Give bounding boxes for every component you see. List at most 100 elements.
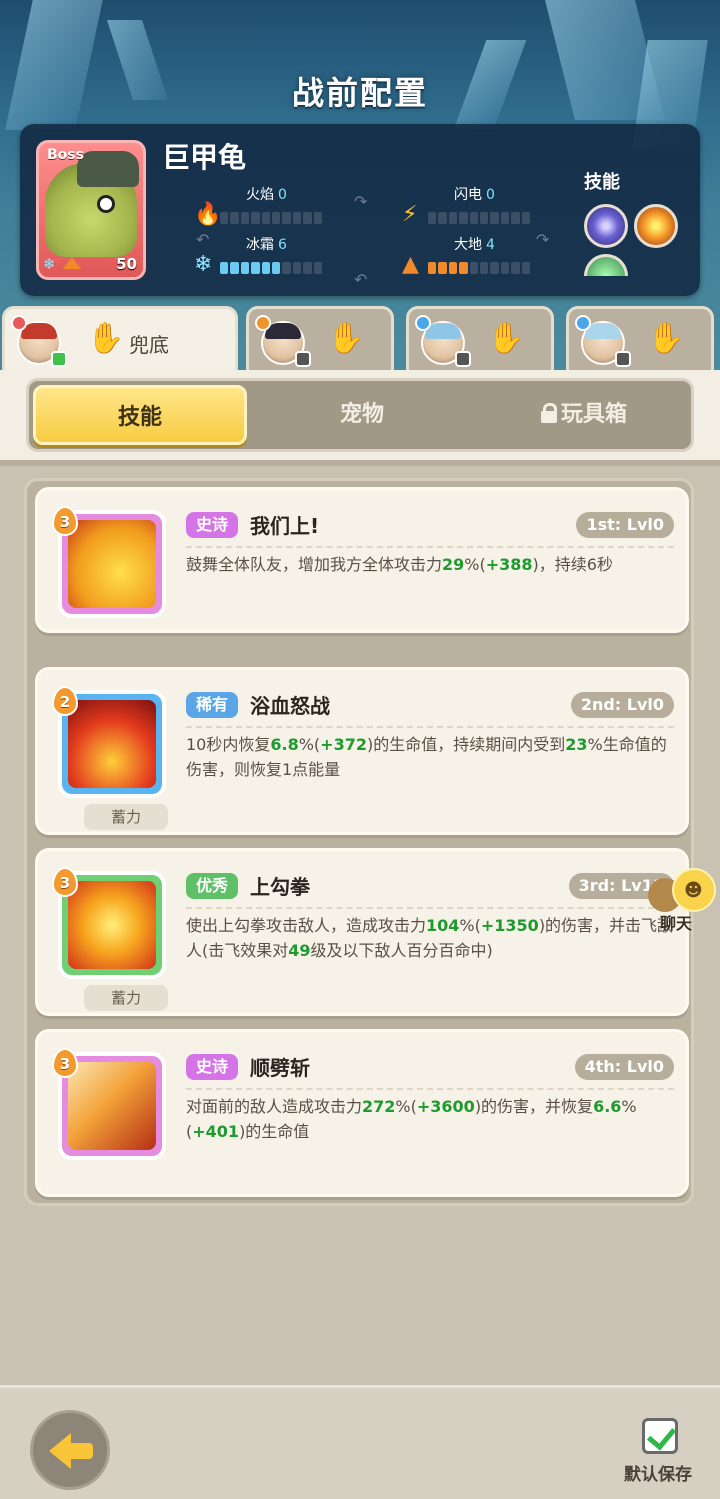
skill-card[interactable]: 2 蓄力 稀有 浴血怒战 2nd: Lvl0 10秒内恢复6.8%(+372)的…	[35, 667, 689, 835]
main-panel: 技能 宠物 玩具箱 3 史诗 我们上! 1st: Lvl0 鼓舞全体队友，增加我…	[0, 370, 720, 1385]
hero-status-icon	[615, 351, 631, 367]
hero-class-badge	[11, 315, 27, 331]
tab-skills[interactable]: 技能	[33, 385, 247, 445]
hand-icon: ✋	[327, 321, 365, 356]
hero-status-icon	[455, 351, 471, 367]
skill-card[interactable]: 3 蓄力 优秀 上勾拳 3rd: Lv11 使出上勾拳攻击敌人，造成攻击力104…	[35, 848, 689, 1016]
desc-text: 使出上勾拳攻击敌人，造成攻击力	[186, 916, 427, 935]
chat-label: 聊天	[660, 914, 693, 933]
category-bar-wrapper: 技能 宠物 玩具箱	[0, 370, 720, 466]
element-bar-segment	[459, 212, 468, 224]
hero-class-badge	[255, 315, 271, 331]
element-bar-segment	[313, 212, 323, 224]
cycle-arrow-icon: ↶	[196, 230, 210, 249]
desc-text: 对面前的敌人造成攻击力	[186, 1097, 363, 1116]
desc-text: %(	[298, 735, 321, 754]
cleave-slash-icon	[68, 1062, 156, 1150]
desc-value: +388	[485, 555, 533, 574]
skill-name: 我们上!	[250, 514, 320, 538]
desc-value: +372	[320, 735, 367, 754]
skill-card[interactable]: 3 史诗 我们上! 1st: Lvl0 鼓舞全体队友，增加我方全体攻击力29%(…	[35, 487, 689, 633]
back-button[interactable]	[30, 1410, 110, 1490]
element-bar-segment	[220, 262, 229, 274]
desc-text: %(	[395, 1097, 417, 1116]
checkbox-checked-icon[interactable]	[642, 1418, 678, 1454]
element-fire-value: 0	[278, 187, 287, 203]
earth-icon: ▲	[402, 252, 419, 277]
desc-value: 49	[288, 941, 311, 960]
hero-tab-1[interactable]: ✋ 兜底	[2, 306, 238, 376]
fire-icon: 🔥	[194, 202, 222, 227]
divider	[186, 546, 674, 548]
desc-value: 104	[426, 916, 460, 935]
skill-description: 鼓舞全体队友，增加我方全体攻击力29%(+388)，持续6秒	[186, 552, 676, 577]
skill-rank-badge: 3	[52, 867, 78, 897]
desc-text: %(	[459, 916, 481, 935]
desc-value: 29	[442, 555, 465, 574]
boss-skill-third-icon[interactable]	[584, 254, 628, 276]
element-lightning: 闪电 0 ⚡	[402, 184, 542, 228]
chat-button[interactable]: ☻ 聊天	[648, 866, 720, 936]
element-bar-segment	[521, 212, 531, 224]
element-bar-segment	[220, 212, 229, 224]
element-bar-segment	[282, 262, 291, 274]
default-save-label: 默认保存	[624, 1465, 692, 1485]
skill-card[interactable]: 3 史诗 顺劈斩 4th: Lvl0 对面前的敌人造成攻击力272%(+3600…	[35, 1029, 689, 1197]
snowflake-icon: ❄	[43, 255, 56, 273]
boss-portrait[interactable]: Boss ❄ 50	[36, 140, 146, 280]
skill-slot-level: 4th: Lvl0	[574, 1054, 674, 1080]
element-earth-bar	[428, 262, 531, 274]
element-bar-segment	[521, 262, 531, 274]
desc-text: %(	[464, 555, 486, 574]
default-save-toggle[interactable]: 默认保存	[620, 1418, 704, 1488]
category-tab-bar: 技能 宠物 玩具箱	[26, 378, 694, 452]
hero-tab-3[interactable]: ✋	[406, 306, 554, 372]
desc-text: )的伤害，并恢复	[474, 1097, 594, 1116]
tab-pets[interactable]: 宠物	[255, 385, 469, 445]
rarity-badge: 史诗	[186, 1054, 239, 1080]
desc-text: )的生命值	[239, 1122, 310, 1141]
desc-text: 10秒内恢复	[186, 735, 271, 754]
hero-class-badge	[415, 315, 431, 331]
element-bar-segment	[272, 262, 281, 274]
back-arrow-icon	[69, 1443, 93, 1459]
page-title: 战前配置	[291, 74, 428, 112]
desc-value: 6.8	[270, 735, 299, 754]
element-bar-segment	[303, 262, 312, 274]
bottom-bar: 默认保存	[0, 1385, 720, 1499]
element-bar-segment	[282, 212, 291, 224]
skill-slot-level: 1st: Lvl0	[576, 512, 674, 538]
desc-value: 23	[565, 735, 588, 754]
smiley-face-icon: ☻	[684, 880, 703, 901]
charge-tag: 蓄力	[84, 985, 168, 1011]
desc-value: 6.6	[593, 1097, 622, 1116]
element-bar-segment	[511, 262, 520, 274]
element-frost-value: 6	[278, 237, 287, 253]
skill-description: 使出上勾拳攻击敌人，造成攻击力104%(+1350)的伤害，并击飞敌人(击飞效果…	[186, 913, 676, 963]
element-bar-segment	[251, 262, 260, 274]
element-bar-segment	[448, 262, 458, 274]
element-bar-segment	[438, 262, 447, 274]
hero-tab-2[interactable]: ✋	[246, 306, 394, 372]
rally-fists-icon	[68, 520, 156, 608]
divider	[186, 907, 674, 909]
rarity-badge: 稀有	[186, 692, 239, 718]
skill-slot-level: 2nd: Lvl0	[570, 692, 674, 718]
element-bar-segment	[303, 212, 312, 224]
skill-rank-badge: 3	[52, 1048, 78, 1078]
tab-toybox[interactable]: 玩具箱	[477, 385, 691, 445]
skill-rank-badge: 3	[52, 506, 78, 536]
boss-skill-crown-icon[interactable]	[634, 204, 678, 248]
element-bar-segment	[251, 212, 260, 224]
hero-tab-bar: ✋ 兜底 ✋ ✋ ✋	[0, 306, 720, 376]
hero-tab-4[interactable]: ✋	[566, 306, 714, 372]
element-lightning-value: 0	[486, 187, 495, 203]
element-earth-label: 大地	[454, 237, 482, 253]
desc-text: )的生命值，持续期间内受到	[366, 735, 566, 754]
hand-icon: ✋	[87, 321, 125, 356]
skill-list: 3 史诗 我们上! 1st: Lvl0 鼓舞全体队友，增加我方全体攻击力29%(…	[24, 478, 694, 1206]
element-bar-segment	[500, 212, 510, 224]
boss-skill-vortex-icon[interactable]	[584, 204, 628, 248]
element-bar-segment	[469, 262, 479, 274]
skill-name: 浴血怒战	[250, 694, 330, 718]
